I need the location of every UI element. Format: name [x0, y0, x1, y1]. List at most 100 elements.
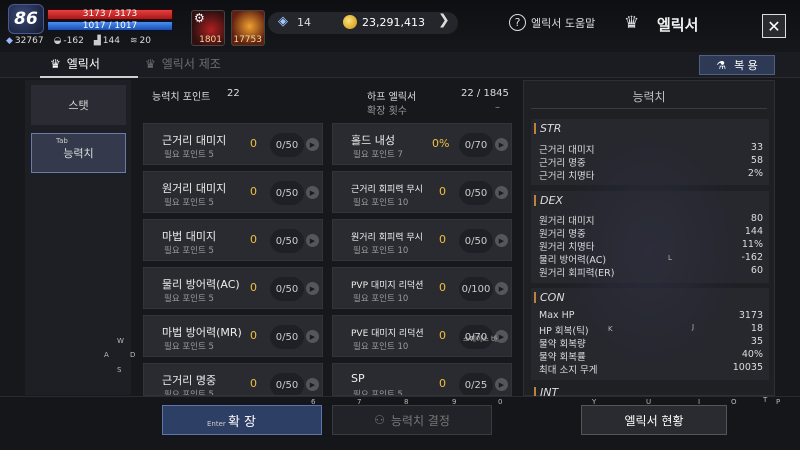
enter-key-hint: Enter — [207, 420, 226, 428]
play-icon[interactable]: ▶ — [495, 234, 508, 247]
ability-card[interactable]: PVP 대미지 리덕션 필요 포인트 10 0 0/100 ▶ — [332, 267, 512, 309]
gold-count: 23,291,413 — [362, 16, 425, 29]
ability-card[interactable]: 근거리 회피력 무시 필요 포인트 10 0 0/50 ▶ — [332, 171, 512, 213]
play-icon[interactable]: ▶ — [495, 282, 508, 295]
level-badge: 86 — [8, 4, 44, 34]
ability-card[interactable]: 원거리 대미지 필요 포인트 5 0 0/50 ▶ — [143, 171, 323, 213]
points-label: 능력치 포인트 — [152, 92, 211, 103]
key-hint-space: 스페이스 바 — [463, 335, 498, 343]
play-icon[interactable]: ▶ — [306, 282, 319, 295]
stat-row: 물리 방어력(AC) -162 — [539, 252, 763, 266]
wing-stat: ≋ 20 — [129, 36, 151, 46]
play-icon[interactable]: ▶ — [306, 330, 319, 343]
page-title: 엘릭서 — [657, 16, 699, 34]
nav-item-abilities[interactable]: Tab 능력치 — [31, 133, 126, 173]
play-icon[interactable]: ▶ — [495, 186, 508, 199]
confirm-abilities-button[interactable]: ⚇ 능력치 결정 — [332, 405, 492, 435]
item-count: 17753 — [233, 35, 262, 45]
elixir-tab-icon: ♛ — [50, 56, 61, 71]
mp-bar: 1017 / 1017 — [47, 21, 173, 31]
active-tab-indicator — [40, 76, 138, 78]
panel-title: 능력치 — [632, 90, 666, 104]
stat-row: 물약 회복률 40% — [539, 349, 763, 363]
play-icon[interactable]: ▶ — [495, 138, 508, 151]
player-stats-row: ◆ 32767 ◒ -162 ▟ 144 ≋ 20 — [6, 36, 151, 46]
play-icon[interactable]: ▶ — [306, 138, 319, 151]
section-title-dex: DEX — [534, 194, 563, 207]
stat-row: 원거리 회피력(ER) 60 — [539, 265, 763, 279]
points-value: 22 — [227, 88, 240, 99]
potion-count: 1801 — [199, 35, 222, 45]
elixir-status-button[interactable]: 엘릭서 현황 — [581, 405, 727, 435]
tab-elixir[interactable]: ♛ 엘릭서 — [50, 55, 100, 72]
ability-card[interactable]: 마법 방어력(MR) 필요 포인트 5 0 0/50 ▶ — [143, 315, 323, 357]
ability-card[interactable]: 근거리 대미지 필요 포인트 5 0 0/50 ▶ — [143, 123, 323, 165]
helmet-stat-icon: ◒ — [53, 36, 62, 46]
gear-icon[interactable]: ⚙ — [194, 11, 205, 25]
key-hint-j: J — [692, 323, 695, 331]
helmet-stat: ◒ -162 — [53, 36, 84, 46]
joystick-hints: W A D S — [104, 337, 136, 374]
question-icon: ? — [509, 14, 526, 31]
close-button[interactable]: ✕ — [762, 14, 786, 38]
half-elixir-value: 22 / 1845 — [461, 88, 509, 99]
consume-button[interactable]: ⚗ 복 용 — [699, 55, 775, 75]
key-hint-0: 0 — [498, 398, 503, 406]
ability-card[interactable]: 마법 대미지 필요 포인트 5 0 0/50 ▶ — [143, 219, 323, 261]
boot-stat-icon: ▟ — [93, 36, 101, 46]
hp-bar: 3173 / 3173 — [47, 9, 173, 20]
stat-row: 원거리 치명타 11% — [539, 239, 763, 253]
key-hint-t: T — [763, 396, 768, 404]
stat-row: 근거리 대미지 33 — [539, 142, 763, 156]
panel-divider — [531, 108, 767, 109]
ability-card[interactable]: 홀드 내성 필요 포인트 7 0% 0/70 ▶ — [332, 123, 512, 165]
ability-card[interactable]: SP 필요 포인트 5 0 0/25 ▶ — [332, 363, 512, 396]
expand-count-label: 확장 횟수 — [367, 106, 407, 117]
key-hint-k: K — [608, 325, 613, 333]
craft-tab-icon: ♛ — [145, 56, 156, 71]
stat-row: 근거리 명중 58 — [539, 155, 763, 169]
section-title-str: STR — [534, 122, 561, 135]
tab-elixir-craft[interactable]: ♛ 엘릭서 제조 — [145, 55, 221, 72]
stat-row: HP 회복(틱) 18 — [539, 323, 763, 337]
stat-row: 원거리 대미지 80 — [539, 213, 763, 227]
shield-stat: ◆ 32767 — [6, 36, 44, 46]
mp-text: 1017 / 1017 — [82, 21, 138, 31]
gem-count: 14 — [297, 16, 311, 29]
close-icon: ✕ — [767, 16, 781, 36]
user-icon: ⚇ — [374, 413, 385, 427]
play-icon[interactable]: ▶ — [495, 378, 508, 391]
tab-key-hint: Tab — [56, 137, 68, 145]
shield-stat-icon: ◆ — [6, 36, 13, 46]
key-hint-l: L — [668, 254, 672, 262]
play-icon[interactable]: ▶ — [306, 186, 319, 199]
play-icon[interactable]: ▶ — [306, 378, 319, 391]
nav-item-stats[interactable]: 스탯 — [31, 85, 126, 125]
stat-row: 원거리 명중 144 — [539, 226, 763, 240]
play-icon[interactable]: ▶ — [306, 234, 319, 247]
key-hint-o: O — [731, 398, 737, 406]
stat-row: 근거리 치명타 2% — [539, 168, 763, 182]
section-title-con: CON — [534, 291, 565, 304]
wing-stat-icon: ≋ — [129, 36, 138, 46]
key-hint-p: P — [776, 398, 781, 406]
expand-count-value: – — [495, 102, 500, 113]
potion-icon: ⚗ — [716, 58, 727, 72]
chevron-right-icon[interactable]: ❯ — [438, 12, 450, 28]
stat-row: Max HP 3173 — [539, 310, 763, 321]
item-slot[interactable]: 17753 — [231, 10, 265, 46]
gem-icon: ◈ — [278, 14, 288, 29]
boot-stat: ▟ 144 — [93, 36, 120, 46]
elixir-icon: ♛ — [624, 13, 640, 33]
expand-button[interactable]: Enter 확 장 — [162, 405, 322, 435]
help-button[interactable]: ? 엘릭서 도움말 — [509, 14, 595, 31]
tab-row — [0, 52, 800, 78]
stat-row: 물약 회복량 35 — [539, 336, 763, 350]
half-elixir-label: 하프 엘릭서 — [367, 92, 417, 103]
gold-coin-icon — [343, 15, 357, 29]
stat-row: 최대 소지 무게 10035 — [539, 362, 763, 376]
hp-text: 3173 / 3173 — [82, 9, 138, 19]
ability-card[interactable]: 물리 방어력(AC) 필요 포인트 5 0 0/50 ▶ — [143, 267, 323, 309]
ability-card[interactable]: 근거리 명중 필요 포인트 5 0 0/50 ▶ — [143, 363, 323, 396]
ability-card[interactable]: 원거리 회피력 무시 필요 포인트 10 0 0/50 ▶ — [332, 219, 512, 261]
